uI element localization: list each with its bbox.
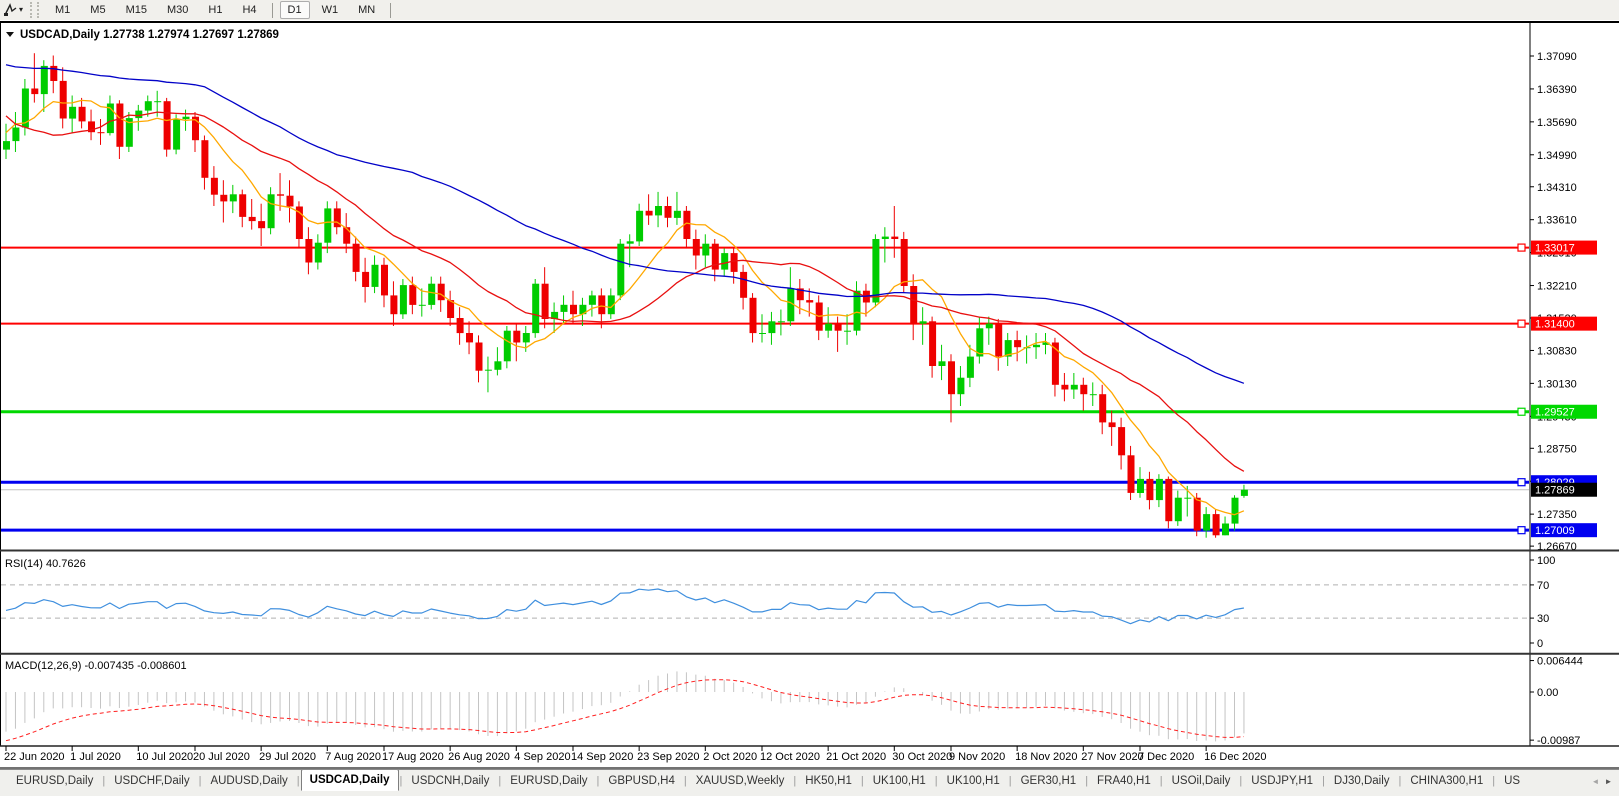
crosshair-tool-icon[interactable] xyxy=(2,2,18,18)
time-tick-label: 21 Oct 2020 xyxy=(826,751,886,763)
chart-tabs: EURUSD,Daily|USDCHF,Daily|AUDUSD,Daily|U… xyxy=(0,770,1619,792)
timeframe-button-W1[interactable]: W1 xyxy=(314,1,347,19)
time-tick-label: 4 Sep 2020 xyxy=(514,751,570,763)
crosshair-tool-glyph xyxy=(3,3,17,17)
time-tick-label: 7 Aug 2020 xyxy=(325,751,381,763)
level-handle-1.27009 xyxy=(1518,527,1525,534)
chart-tab-bar: EURUSD,Daily|USDCHF,Daily|AUDUSD,Daily|U… xyxy=(0,769,1619,792)
rsi-tick-label: 100 xyxy=(1537,555,1555,567)
tab-separator: | xyxy=(296,775,301,787)
level-handle-1.31400 xyxy=(1518,320,1525,327)
tab-AUDUSD-Daily[interactable]: AUDUSD,Daily xyxy=(202,772,295,791)
tab-GER30-H1[interactable]: GER30,H1 xyxy=(1013,772,1085,791)
price-tick-label: 1.34990 xyxy=(1537,150,1577,162)
time-tick-label: 29 Jul 2020 xyxy=(259,751,316,763)
tab-DJ30-Daily[interactable]: DJ30,Daily xyxy=(1326,772,1398,791)
price-tick-label: 1.26670 xyxy=(1537,541,1577,553)
tab-scroll-left-icon[interactable]: ◄ xyxy=(1589,777,1602,786)
timeframe-button-M5[interactable]: M5 xyxy=(82,1,113,19)
level-handle-1.28029 xyxy=(1518,479,1525,486)
time-tick-label: 17 Aug 2020 xyxy=(382,751,444,763)
price-marker-label: 1.27869 xyxy=(1535,485,1575,497)
tab-UK100-H1[interactable]: UK100,H1 xyxy=(939,772,1008,791)
chart-background xyxy=(0,23,1619,769)
macd-tick-label: 0.006444 xyxy=(1537,656,1583,668)
level-handle-1.29527 xyxy=(1518,408,1525,415)
timeframe-button-M1[interactable]: M1 xyxy=(47,1,78,19)
toolbar-separator xyxy=(272,3,273,18)
time-tick-label: 1 Jul 2020 xyxy=(70,751,121,763)
time-tick-label: 2 Oct 2020 xyxy=(703,751,757,763)
timeframe-button-H4[interactable]: H4 xyxy=(234,1,264,19)
price-tick-label: 1.33610 xyxy=(1537,215,1577,227)
timeframe-button-H1[interactable]: H1 xyxy=(200,1,230,19)
chart-toolbar: ▾ M1M5 M15M30H1H4 D1W1MN xyxy=(0,0,1619,20)
tab-US[interactable]: US xyxy=(1496,772,1528,791)
mt4-window: ▾ M1M5M15M30H1H4D1W1MN 1.370901.363901.3… xyxy=(0,0,1619,796)
tab-FRA40-H1[interactable]: FRA40,H1 xyxy=(1089,772,1159,791)
level-handle-1.33017 xyxy=(1518,244,1525,251)
tab-HK50-H1[interactable]: HK50,H1 xyxy=(797,772,860,791)
price-tick-label: 1.37090 xyxy=(1537,51,1577,63)
price-tick-label: 1.35690 xyxy=(1537,117,1577,129)
chart-canvas[interactable]: 1.37090 1.36390 1.35690 1.34990 1.34310 1.336… xyxy=(0,23,1619,769)
time-tick-label: 22 Jun 2020 xyxy=(4,751,65,763)
time-tick-label: 26 Aug 2020 xyxy=(448,751,510,763)
tab-GBPUSD-H4[interactable]: GBPUSD,H4 xyxy=(600,772,682,791)
tab-EURUSD-Daily[interactable]: EURUSD,Daily xyxy=(8,772,101,791)
price-tick-label: 1.36390 xyxy=(1537,84,1577,96)
time-tick-label: 30 Oct 2020 xyxy=(892,751,952,763)
tab-UK100-H1[interactable]: UK100,H1 xyxy=(865,772,934,791)
tab-CHINA300-H1[interactable]: CHINA300,H1 xyxy=(1402,772,1491,791)
tab-USOil-Daily[interactable]: USOil,Daily xyxy=(1164,772,1239,791)
timeframe-button-M30[interactable]: M30 xyxy=(159,1,196,19)
timeframe-button-MN[interactable]: MN xyxy=(350,1,383,19)
tool-dropdown-caret-icon[interactable]: ▾ xyxy=(19,0,23,20)
timeframe-button-M15[interactable]: M15 xyxy=(118,1,155,19)
tab-scroll-arrows: ◄ ► xyxy=(1581,771,1619,792)
price-marker-label: 1.31400 xyxy=(1535,319,1575,331)
rsi-tick-label: 70 xyxy=(1537,580,1549,592)
tab-USDJPY-H1[interactable]: USDJPY,H1 xyxy=(1243,772,1321,791)
time-tick-label: 10 Jul 2020 xyxy=(136,751,193,763)
bottom-strip xyxy=(0,792,1619,796)
price-tick-label: 1.34310 xyxy=(1537,182,1577,194)
price-marker-label: 1.29527 xyxy=(1535,407,1575,419)
macd-tick-label: -0.00987 xyxy=(1537,735,1580,747)
time-tick-label: 20 Jul 2020 xyxy=(193,751,250,763)
time-tick-label: 18 Nov 2020 xyxy=(1015,751,1077,763)
time-tick-label: 9 Nov 2020 xyxy=(949,751,1005,763)
tab-EURUSD-Daily[interactable]: EURUSD,Daily xyxy=(502,772,595,791)
timeframe-buttons: M1M5 M15M30H1H4 D1W1MN xyxy=(45,1,396,19)
tab-USDCHF-Daily[interactable]: USDCHF,Daily xyxy=(106,772,197,791)
macd-tick-label: 0.00 xyxy=(1537,687,1558,699)
price-marker-label: 1.27009 xyxy=(1535,525,1575,537)
tab-XAUUSD-Weekly[interactable]: XAUUSD,Weekly xyxy=(688,772,793,791)
price-tick-label: 1.30830 xyxy=(1537,345,1577,357)
time-tick-label: 27 Nov 2020 xyxy=(1081,751,1143,763)
time-tick-label: 23 Sep 2020 xyxy=(637,751,699,763)
tab-USDCAD-Daily[interactable]: USDCAD,Daily xyxy=(301,769,399,791)
price-tick-label: 1.32210 xyxy=(1537,281,1577,293)
timeframe-button-D1[interactable]: D1 xyxy=(280,1,310,19)
price-marker-label: 1.33017 xyxy=(1535,243,1575,255)
time-tick-label: 12 Oct 2020 xyxy=(760,751,820,763)
tab-USDCNH-Daily[interactable]: USDCNH,Daily xyxy=(403,772,497,791)
time-tick-label: 16 Dec 2020 xyxy=(1204,751,1266,763)
toolbar-separator xyxy=(390,3,391,18)
time-tick-label: 14 Sep 2020 xyxy=(571,751,633,763)
macd-label: MACD(12,26,9) -0.007435 -0.008601 xyxy=(5,660,187,672)
rsi-label: RSI(14) 40.7626 xyxy=(5,558,86,570)
price-tick-label: 1.27350 xyxy=(1537,509,1577,521)
price-tick-label: 1.28750 xyxy=(1537,443,1577,455)
toolbar-drag-grip[interactable] xyxy=(30,2,39,18)
tab-scroll-right-icon[interactable]: ► xyxy=(1602,777,1615,786)
time-tick-label: 7 Dec 2020 xyxy=(1138,751,1194,763)
chart-title-ohlc: USDCAD,Daily 1.27738 1.27974 1.27697 1.2… xyxy=(20,29,279,41)
rsi-tick-label: 0 xyxy=(1537,638,1543,650)
price-tick-label: 1.30130 xyxy=(1537,378,1577,390)
rsi-tick-label: 30 xyxy=(1537,613,1549,625)
